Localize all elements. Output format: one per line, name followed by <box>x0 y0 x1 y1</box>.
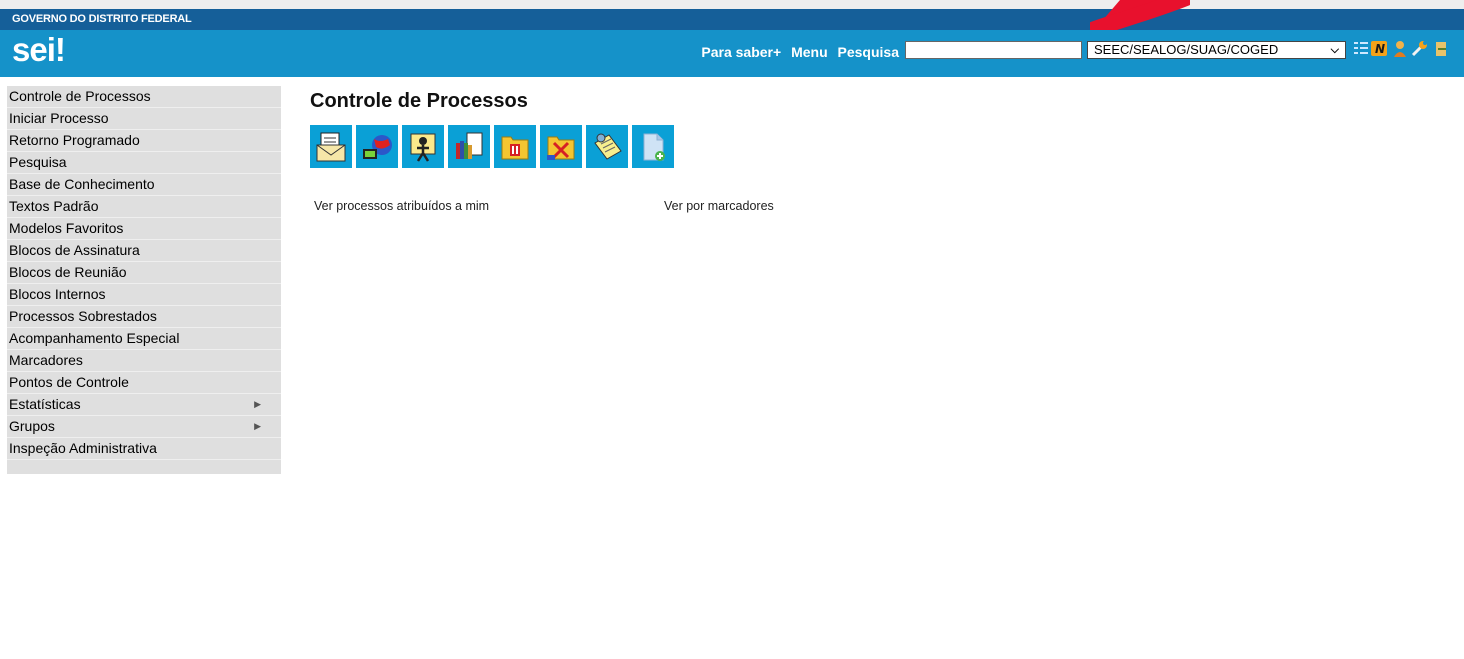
user-icon[interactable] <box>1391 40 1408 58</box>
submenu-arrow-icon: ▶ <box>254 399 261 409</box>
sidebar-menu: Controle de Processos Iniciar Processo R… <box>7 86 281 474</box>
sidebar-item-label: Controle de Processos <box>9 88 151 104</box>
sidebar-item-modelos-favoritos[interactable]: Modelos Favoritos <box>7 218 281 240</box>
sidebar-item-label: Pontos de Controle <box>9 374 129 390</box>
submenu-arrow-icon: ▶ <box>254 421 261 431</box>
sidebar-item-label: Textos Padrão <box>9 198 99 214</box>
pause-button[interactable] <box>494 125 536 168</box>
logo-text: sei <box>12 31 56 68</box>
sidebar-item-pesquisa[interactable]: Pesquisa <box>7 152 281 174</box>
books-icon <box>456 132 483 159</box>
sidebar-item-label: Blocos Internos <box>9 286 106 302</box>
sidebar-item-inspecao-administrativa[interactable]: Inspeção Administrativa <box>7 438 281 460</box>
pause-icon <box>501 136 529 159</box>
sidebar-item-label: Base de Conhecimento <box>9 176 155 192</box>
para-saber-link[interactable]: Para saber+ <box>701 44 781 60</box>
browser-top-strip <box>0 0 1464 9</box>
globe-icon <box>363 134 392 159</box>
chevron-down-icon: ⌵ <box>1330 44 1339 56</box>
sidebar-item-retorno-programado[interactable]: Retorno Programado <box>7 130 281 152</box>
menu-link[interactable]: Menu <box>791 44 828 60</box>
envelope-button[interactable] <box>310 125 352 168</box>
exit-icon[interactable] <box>1432 40 1449 58</box>
books-button[interactable] <box>448 125 490 168</box>
sidebar-item-marcadores[interactable]: Marcadores <box>7 350 281 372</box>
search-input[interactable] <box>905 41 1082 59</box>
new-document-button[interactable] <box>632 125 674 168</box>
person-icon <box>410 133 436 162</box>
sidebar-item-processos-sobrestados[interactable]: Processos Sobrestados <box>7 306 281 328</box>
envelope-icon <box>316 132 346 161</box>
sidebar-item-textos-padrao[interactable]: Textos Padrão <box>7 196 281 218</box>
sidebar-item-pontos-de-controle[interactable]: Pontos de Controle <box>7 372 281 394</box>
person-button[interactable] <box>402 125 444 168</box>
sidebar-item-estatisticas[interactable]: Estatísticas ▶ <box>7 394 281 416</box>
svg-text:N: N <box>1375 42 1385 56</box>
folder-cancel-button[interactable] <box>540 125 582 168</box>
by-markers-link[interactable]: Ver por marcadores <box>664 199 774 213</box>
unit-select-value: SEEC/SEALOG/SUAG/COGED <box>1094 42 1279 57</box>
header-links: Para saber+ Menu Pesquisa <box>695 44 899 60</box>
sidebar-item-label: Retorno Programado <box>9 132 140 148</box>
sidebar-item-label: Processos Sobrestados <box>9 308 157 324</box>
sidebar-item-label: Blocos de Reunião <box>9 264 127 280</box>
notes-icon <box>594 133 622 160</box>
unit-select[interactable]: SEEC/SEALOG/SUAG/COGED ⌵ <box>1087 41 1346 59</box>
sidebar-item-label: Modelos Favoritos <box>9 220 124 236</box>
notes-button[interactable] <box>586 125 628 168</box>
sidebar-item-label: Acompanhamento Especial <box>9 330 180 346</box>
sei-logo[interactable]: sei! <box>12 31 66 69</box>
government-title: GOVERNO DO DISTRITO FEDERAL <box>12 13 192 25</box>
new-document-icon <box>643 133 665 161</box>
sidebar-item-acompanhamento-especial[interactable]: Acompanhamento Especial <box>7 328 281 350</box>
pesquisa-label[interactable]: Pesquisa <box>838 44 899 60</box>
notepad-n-icon[interactable]: N <box>1371 40 1388 58</box>
sidebar-item-blocos-de-reuniao[interactable]: Blocos de Reunião <box>7 262 281 284</box>
sidebar-item-blocos-de-assinatura[interactable]: Blocos de Assinatura <box>7 240 281 262</box>
red-arrow-annotation <box>1090 0 1190 34</box>
sidebar-item-label: Iniciar Processo <box>9 110 109 126</box>
sidebar-item-label: Inspeção Administrativa <box>9 440 157 456</box>
sidebar-item-label: Blocos de Assinatura <box>9 242 140 258</box>
sidebar-item-iniciar-processo[interactable]: Iniciar Processo <box>7 108 281 130</box>
page-title: Controle de Processos <box>310 90 528 112</box>
assigned-processes-link[interactable]: Ver processos atribuídos a mim <box>314 199 489 213</box>
globe-button[interactable] <box>356 125 398 168</box>
wrench-icon[interactable] <box>1411 40 1428 58</box>
logo-mark: ! <box>54 31 66 68</box>
sidebar-item-label: Pesquisa <box>9 154 67 170</box>
sidebar-item-grupos[interactable]: Grupos ▶ <box>7 416 281 438</box>
sidebar-item-label: Estatísticas <box>9 396 81 412</box>
list-icon[interactable] <box>1352 40 1369 58</box>
app-header: sei! Para saber+ Menu Pesquisa SEEC/SEAL… <box>0 30 1464 77</box>
sidebar-item-base-de-conhecimento[interactable]: Base de Conhecimento <box>7 174 281 196</box>
sidebar-item-label: Grupos <box>9 418 55 434</box>
sidebar-item-blocos-internos[interactable]: Blocos Internos <box>7 284 281 306</box>
folder-cancel-icon <box>547 136 575 160</box>
sidebar-item-label: Marcadores <box>9 352 83 368</box>
government-bar: GOVERNO DO DISTRITO FEDERAL <box>0 9 1464 30</box>
sidebar-item-controle-de-processos[interactable]: Controle de Processos <box>7 86 281 108</box>
